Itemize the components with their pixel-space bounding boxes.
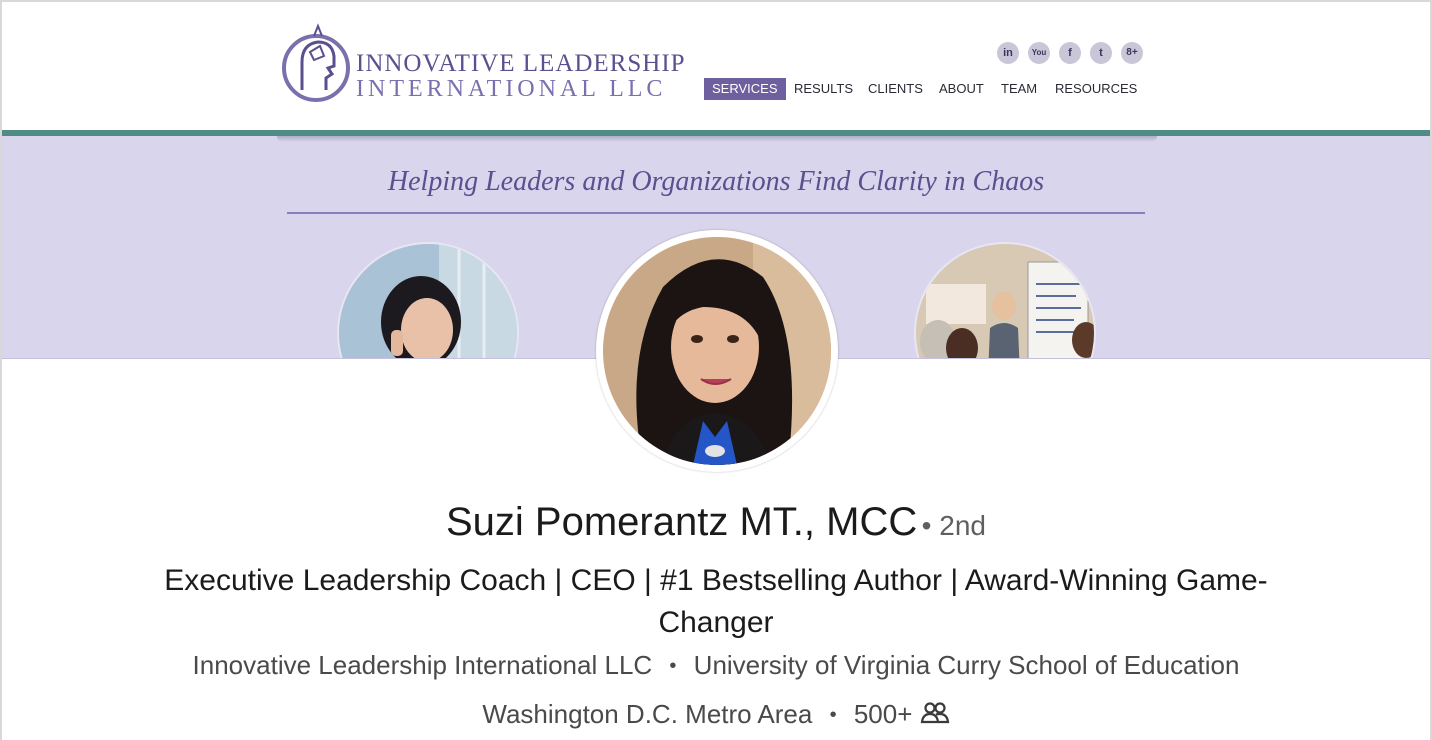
company-logo: INNOVATIVE LEADERSHIP INTERNATIONAL LLC xyxy=(280,22,685,108)
connections-count[interactable]: 500+ xyxy=(854,699,913,729)
facebook-icon[interactable]: f xyxy=(1059,42,1081,64)
nav-about[interactable]: ABOUT xyxy=(939,78,984,100)
profile-meta-row: Innovative Leadership International LLC … xyxy=(2,650,1430,681)
twitter-icon[interactable]: t xyxy=(1090,42,1112,64)
nav-team[interactable]: TEAM xyxy=(1001,78,1037,100)
nav-results[interactable]: RESULTS xyxy=(794,78,853,100)
nav-clients[interactable]: CLIENTS xyxy=(868,78,923,100)
separator-dot: • xyxy=(829,704,837,726)
profile-name: Suzi Pomerantz MT., MCC xyxy=(446,500,918,544)
profile-headline: Executive Leadership Coach | CEO | #1 Be… xyxy=(164,564,1268,639)
linkedin-icon[interactable]: in xyxy=(997,42,1019,64)
logo-line-2: INTERNATIONAL LLC xyxy=(356,76,667,102)
nav-resources[interactable]: RESOURCES xyxy=(1055,78,1137,100)
people-icon xyxy=(920,702,949,724)
youtube-icon[interactable]: You xyxy=(1028,42,1050,64)
google-plus-icon[interactable]: 8+ xyxy=(1121,42,1143,64)
profile-name-row: Suzi Pomerantz MT., MCC • 2nd xyxy=(2,500,1430,545)
phone-woman-photo xyxy=(337,242,519,358)
nav-services[interactable]: SERVICES xyxy=(704,78,786,100)
logo-head-icon xyxy=(282,23,350,102)
presentation-photo xyxy=(914,242,1096,358)
connection-degree: • 2nd xyxy=(921,510,986,541)
separator-dot: • xyxy=(669,655,677,677)
current-company-link[interactable]: Innovative Leadership International LLC xyxy=(193,650,653,680)
location: Washington D.C. Metro Area xyxy=(482,699,813,729)
education-link[interactable]: University of Virginia Curry School of E… xyxy=(694,650,1240,680)
profile-card: INNOVATIVE LEADERSHIP INTERNATIONAL LLC … xyxy=(0,0,1432,740)
avatar[interactable] xyxy=(603,237,831,465)
profile-location-row: Washington D.C. Metro Area • 500+ xyxy=(2,699,1430,730)
logo-line-1: INNOVATIVE LEADERSHIP xyxy=(356,50,686,77)
background-banner xyxy=(2,2,1430,130)
